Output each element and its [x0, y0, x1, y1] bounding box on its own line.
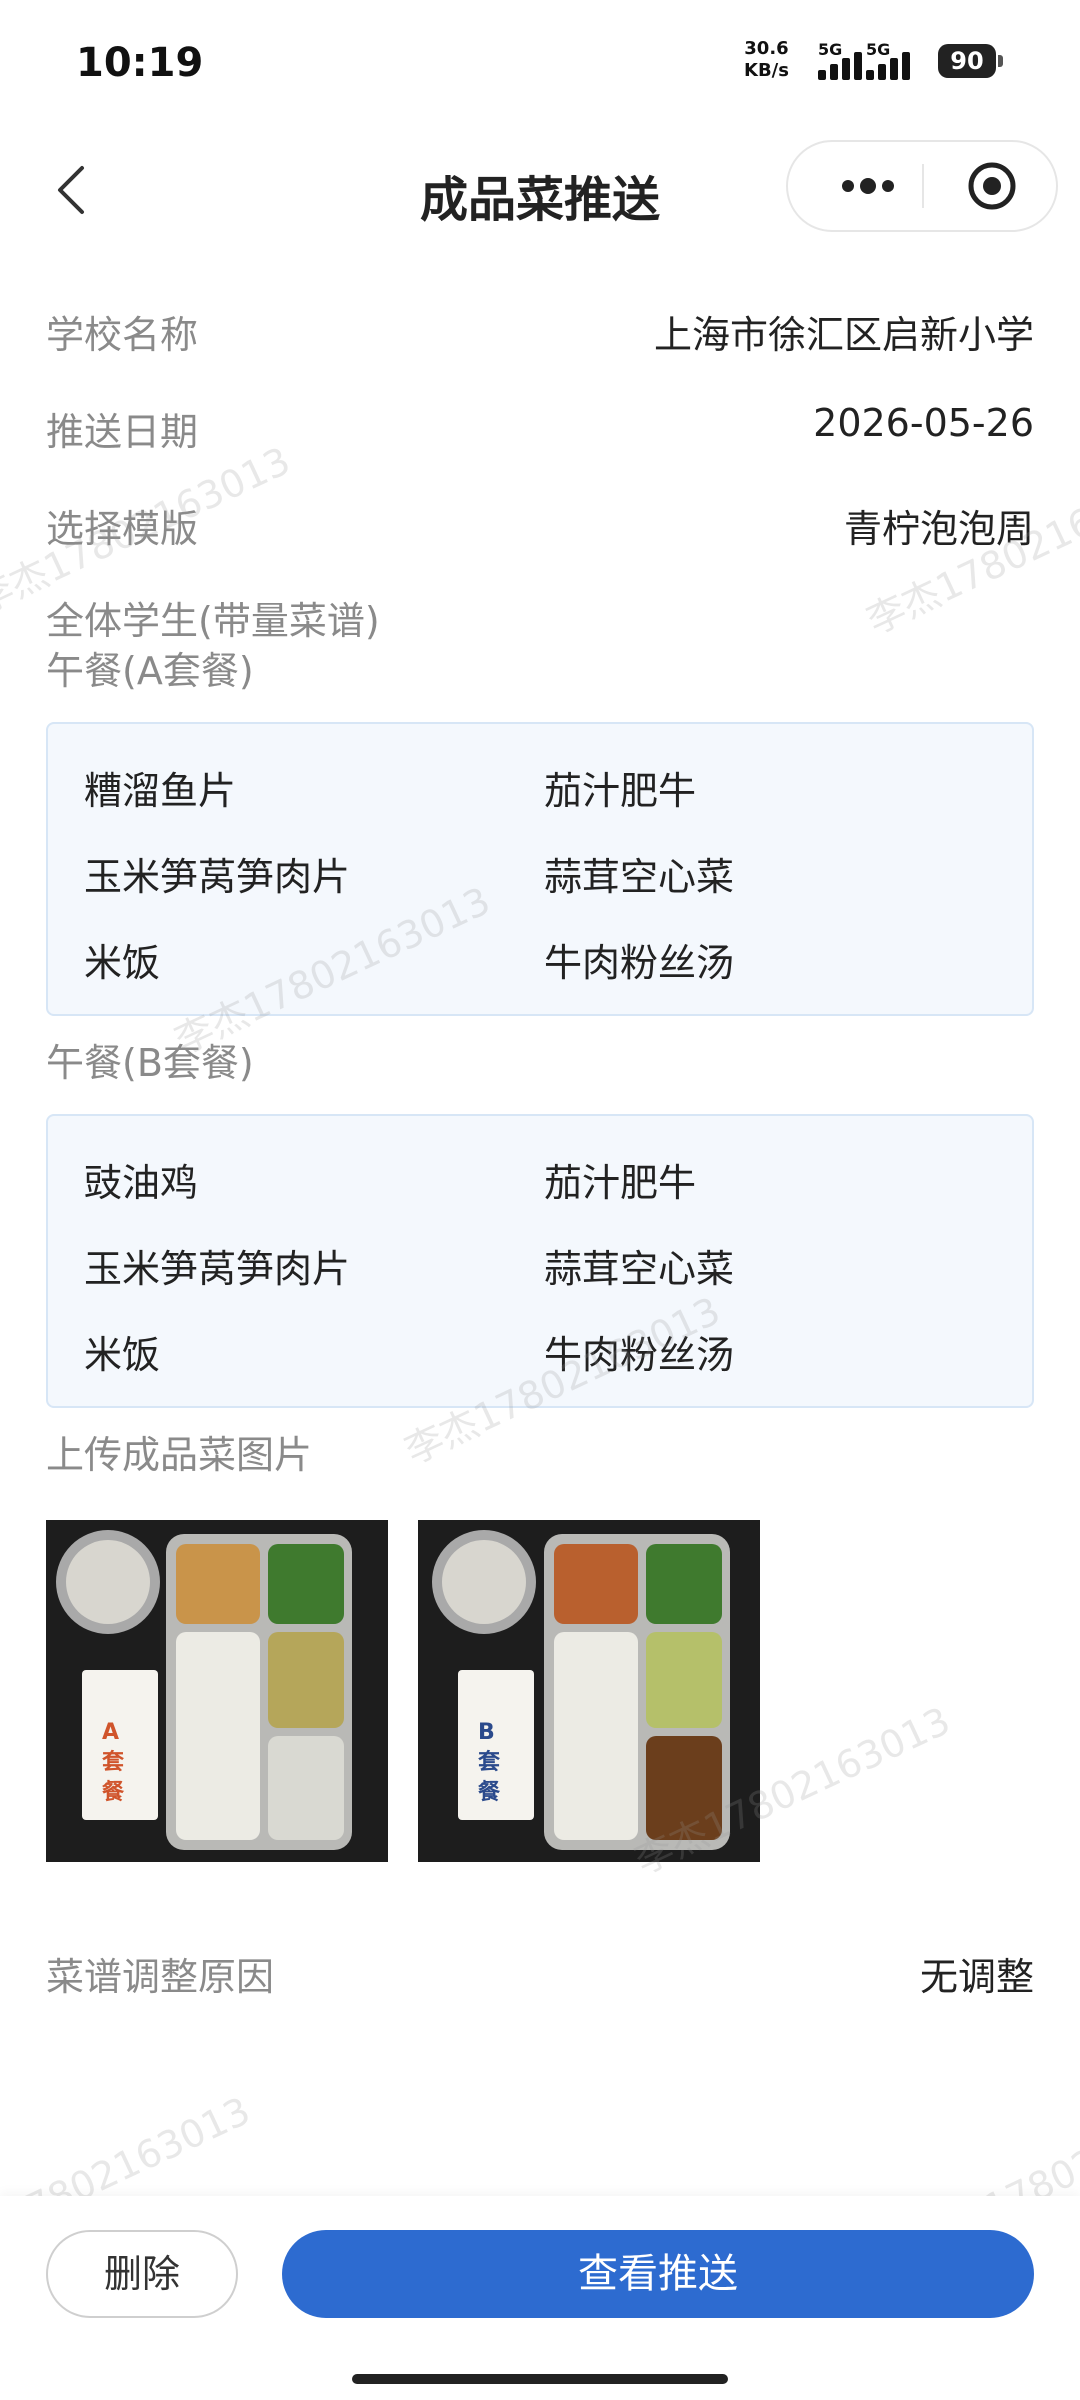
meal-b-menu: 豉油鸡 茄汁肥牛 玉米笋莴笋肉片 蒜茸空心菜 米饭 牛肉粉丝汤 [46, 1114, 1034, 1408]
food-tray-image [418, 1520, 760, 1862]
meal-photo-b[interactable]: B套餐 [418, 1520, 760, 1862]
bottom-action-bar: 删除 查看推送 [0, 2196, 1080, 2400]
mini-program-capsule [786, 140, 1058, 232]
dish-item: 蒜茸空心菜 [544, 855, 735, 899]
school-value: 上海市徐汇区启新小学 [653, 313, 1034, 357]
dish-item: 玉米笋莴笋肉片 [84, 1247, 351, 1291]
photos-label: 上传成品菜图片 [46, 1433, 313, 1477]
meal-a-label: 午餐(A套餐) [46, 649, 254, 693]
adjust-label: 菜谱调整原因 [46, 1955, 275, 1999]
dish-item: 米饭 [84, 941, 161, 985]
home-indicator[interactable] [352, 2374, 728, 2384]
network-speed-unit: KB/s [744, 60, 789, 81]
nav-bar: 成品菜推送 [0, 130, 1080, 250]
dish-item: 玉米笋莴笋肉片 [84, 855, 351, 899]
clock: 10:19 [76, 40, 204, 86]
network-speed: 30.6 KB/s [744, 38, 789, 82]
network-type-2: 5G [866, 40, 891, 59]
target-circle-icon [968, 162, 1016, 210]
network-type-1: 5G [818, 40, 843, 59]
meal-photo-a[interactable]: A套餐 [46, 1520, 388, 1862]
template-value: 青柠泡泡周 [843, 507, 1034, 551]
dish-item: 牛肉粉丝汤 [544, 1333, 735, 1377]
capsule-divider [922, 164, 924, 208]
close-mini-program-button[interactable] [966, 160, 1018, 212]
status-bar: 10:19 30.6 KB/s 5G 5G 90 [0, 0, 1080, 120]
meal-card-a: A套餐 [102, 1720, 125, 1805]
school-label: 学校名称 [46, 313, 199, 357]
date-row: 推送日期 2026-05-26 [46, 401, 1034, 461]
dish-item: 茄汁肥牛 [544, 769, 697, 813]
adjust-row: 菜谱调整原因 无调整 [46, 1946, 1034, 2006]
adjust-value: 无调整 [919, 1955, 1034, 1999]
school-row: 学校名称 上海市徐汇区启新小学 [46, 304, 1034, 364]
dish-item: 糟溜鱼片 [84, 769, 237, 813]
more-dots-icon [842, 178, 894, 194]
template-label: 选择模版 [46, 507, 199, 551]
meal-a-menu: 糟溜鱼片 茄汁肥牛 玉米笋莴笋肉片 蒜茸空心菜 米饭 牛肉粉丝汤 [46, 722, 1034, 1016]
template-row: 选择模版 青柠泡泡周 [46, 498, 1034, 558]
signal-icon-2: 5G [866, 40, 940, 80]
dish-item: 米饭 [84, 1333, 161, 1377]
dish-item: 牛肉粉丝汤 [544, 941, 735, 985]
audience-label: 全体学生(带量菜谱) [46, 599, 380, 643]
more-button[interactable] [828, 166, 908, 206]
meal-card-b: B套餐 [478, 1720, 501, 1805]
dish-item: 蒜茸空心菜 [544, 1247, 735, 1291]
date-value: 2026-05-26 [813, 401, 1034, 445]
meal-b-label: 午餐(B套餐) [46, 1041, 254, 1085]
delete-button[interactable]: 删除 [46, 2230, 238, 2318]
battery-icon: 90 [938, 44, 1003, 78]
view-push-button[interactable]: 查看推送 [282, 2230, 1034, 2318]
dish-item: 豉油鸡 [84, 1161, 199, 1205]
network-speed-value: 30.6 [744, 38, 789, 59]
food-tray-image [46, 1520, 388, 1862]
date-label: 推送日期 [46, 410, 199, 454]
dish-item: 茄汁肥牛 [544, 1161, 697, 1205]
